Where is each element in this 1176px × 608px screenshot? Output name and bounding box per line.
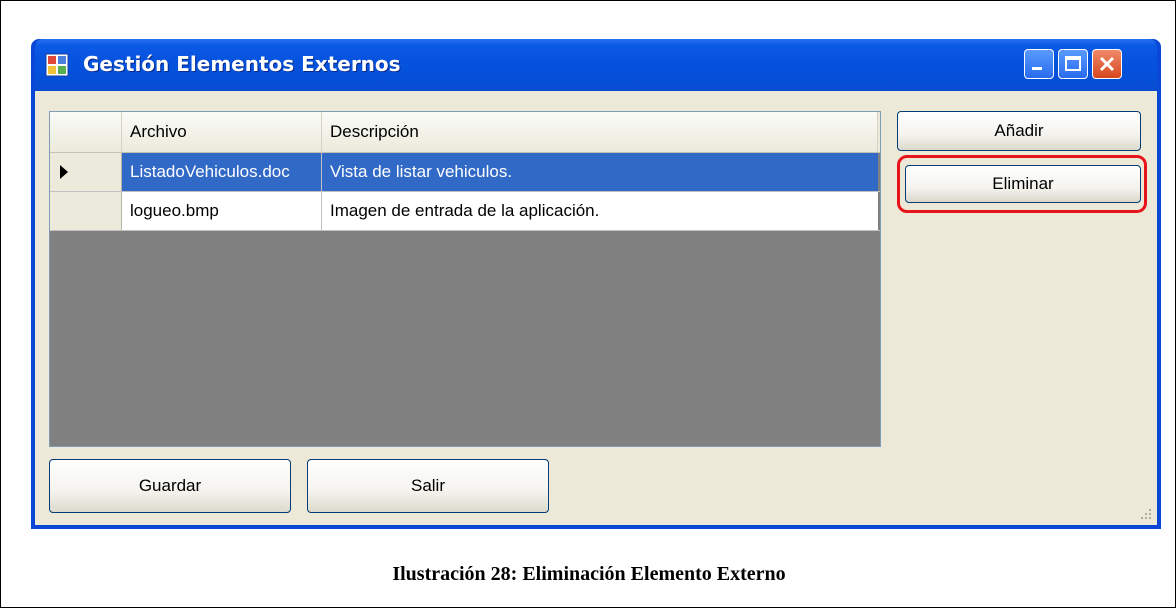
grid-header-row: Archivo Descripción xyxy=(50,112,880,153)
document-page: Gestión Elementos Externos Archivo Descr… xyxy=(0,0,1176,608)
add-button[interactable]: Añadir xyxy=(897,111,1141,151)
window-grid-icon xyxy=(45,53,69,77)
files-data-grid[interactable]: Archivo Descripción ListadoVehiculos.doc… xyxy=(49,111,881,447)
row-header-cell[interactable] xyxy=(50,192,122,230)
window-client-area: Archivo Descripción ListadoVehiculos.doc… xyxy=(35,91,1157,525)
table-row[interactable]: logueo.bmp Imagen de entrada de la aplic… xyxy=(50,192,880,231)
delete-button[interactable]: Eliminar xyxy=(905,165,1141,203)
title-bar[interactable]: Gestión Elementos Externos xyxy=(35,39,1157,91)
cell-file[interactable]: logueo.bmp xyxy=(122,192,322,230)
maximize-button[interactable] xyxy=(1058,49,1088,79)
grid-corner-cell[interactable] xyxy=(50,112,122,152)
window-title: Gestión Elementos Externos xyxy=(83,52,401,76)
column-header-file[interactable]: Archivo xyxy=(122,112,322,152)
save-button[interactable]: Guardar xyxy=(49,459,291,513)
exit-button[interactable]: Salir xyxy=(307,459,549,513)
cell-description[interactable]: Imagen de entrada de la aplicación. xyxy=(322,192,878,230)
table-row[interactable]: ListadoVehiculos.doc Vista de listar veh… xyxy=(50,153,880,192)
cell-description[interactable]: Vista de listar vehiculos. xyxy=(322,153,878,191)
maximize-icon xyxy=(1065,56,1081,71)
row-header-cell[interactable] xyxy=(50,153,122,191)
column-header-description[interactable]: Descripción xyxy=(322,112,878,152)
close-button[interactable] xyxy=(1092,49,1122,79)
cell-file[interactable]: ListadoVehiculos.doc xyxy=(122,153,322,191)
figure-caption: Ilustración 28: Eliminación Elemento Ext… xyxy=(392,563,786,585)
dialog-window: Gestión Elementos Externos Archivo Descr… xyxy=(31,39,1161,529)
current-row-arrow-icon xyxy=(60,165,68,179)
resize-grip-icon[interactable] xyxy=(1139,507,1153,521)
minimize-button[interactable] xyxy=(1024,49,1054,79)
close-icon xyxy=(1099,56,1115,72)
minimize-icon xyxy=(1032,67,1042,70)
